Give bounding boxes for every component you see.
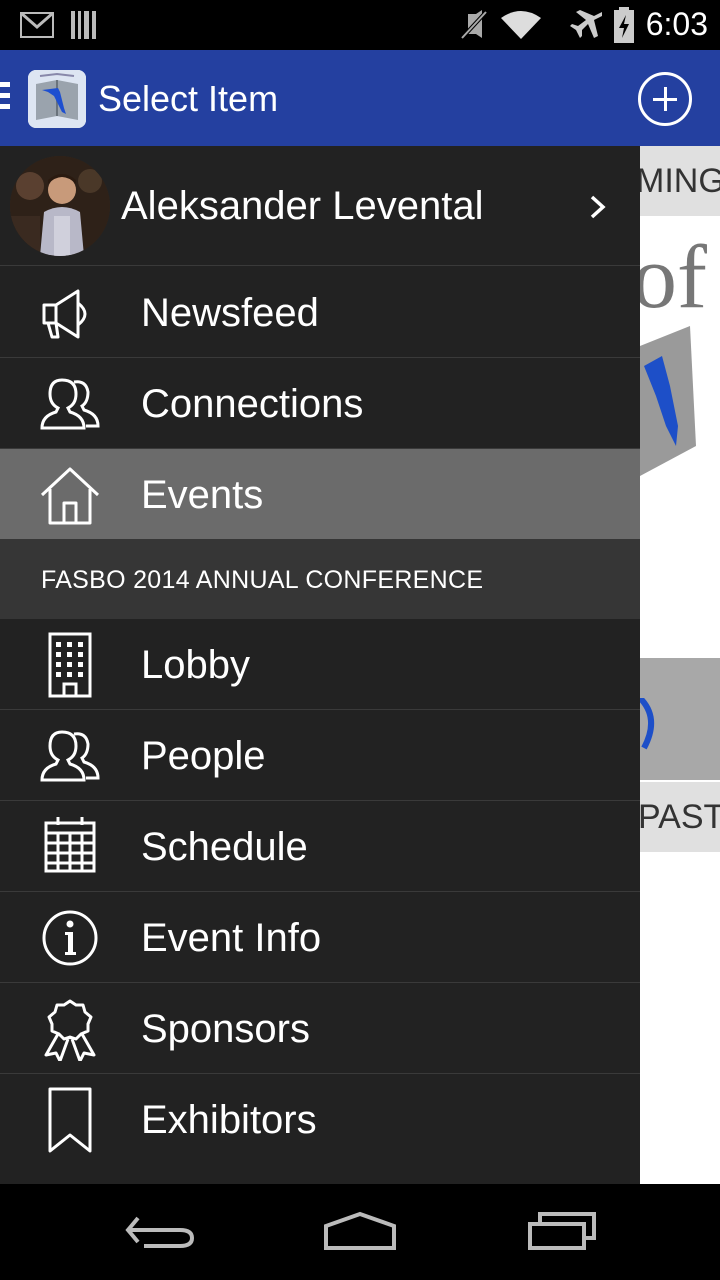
action-bar: Select Item bbox=[0, 50, 720, 146]
menu-item-lobby[interactable]: Lobby bbox=[0, 619, 640, 710]
airplane-mode-icon bbox=[570, 10, 602, 38]
menu-item-label: Sponsors bbox=[141, 1007, 310, 1051]
section-header-label: FASBO 2014 ANNUAL CONFERENCE bbox=[41, 566, 484, 594]
menu-item-sponsors[interactable]: Sponsors bbox=[0, 983, 640, 1074]
menu-item-people[interactable]: People bbox=[0, 710, 640, 801]
upcoming-tab[interactable]: MING bbox=[640, 146, 720, 216]
menu-item-label: Event Info bbox=[141, 916, 322, 960]
menu-item-label: Exhibitors bbox=[141, 1098, 317, 1142]
background-content: MING of PAST bbox=[640, 146, 720, 1184]
event-banner[interactable]: of bbox=[640, 216, 720, 656]
back-icon[interactable] bbox=[124, 1208, 196, 1252]
florida-book-logo bbox=[28, 70, 86, 128]
page-title: Select Item bbox=[98, 78, 279, 119]
event-image-graphic bbox=[640, 698, 654, 750]
mute-icon bbox=[460, 10, 488, 40]
menu-item-connections[interactable]: Connections bbox=[0, 358, 640, 449]
people-icon bbox=[40, 730, 100, 782]
section-header: FASBO 2014 ANNUAL CONFERENCE bbox=[0, 539, 640, 619]
app-logo[interactable] bbox=[28, 70, 86, 128]
past-tab[interactable]: PAST bbox=[640, 782, 720, 852]
menu-item-schedule[interactable]: Schedule bbox=[0, 801, 640, 892]
home-icon bbox=[40, 467, 100, 525]
status-bar: 6:03 bbox=[0, 0, 720, 50]
banner-text: of bbox=[640, 228, 707, 327]
system-nav-bar bbox=[0, 1184, 720, 1280]
past-tab-label: PAST bbox=[640, 798, 720, 836]
drawer-indicator-icon[interactable] bbox=[0, 82, 10, 114]
info-icon bbox=[42, 910, 98, 966]
banner-logo-image bbox=[640, 326, 696, 476]
profile-name: Aleksander Levental bbox=[121, 184, 484, 228]
megaphone-icon bbox=[42, 289, 87, 339]
ribbon-icon bbox=[44, 999, 96, 1061]
profile-row[interactable]: Aleksander Levental bbox=[0, 146, 640, 266]
menu-item-label: Connections bbox=[141, 382, 364, 426]
upcoming-tab-label: MING bbox=[640, 162, 720, 200]
wifi-icon bbox=[501, 11, 541, 39]
battery-icon bbox=[614, 7, 634, 43]
people-icon bbox=[40, 378, 100, 430]
status-time: 6:03 bbox=[645, 6, 708, 42]
menu-item-exhibitors[interactable]: Exhibitors bbox=[0, 1074, 640, 1165]
menu-item-label: Lobby bbox=[141, 643, 250, 687]
event-image[interactable] bbox=[640, 658, 720, 780]
home-nav-icon[interactable] bbox=[322, 1208, 398, 1252]
menu-item-label: People bbox=[141, 734, 266, 778]
avatar bbox=[10, 156, 110, 256]
building-icon bbox=[48, 632, 92, 698]
bookmark-icon bbox=[48, 1087, 92, 1153]
menu-item-label: Newsfeed bbox=[141, 291, 319, 335]
menu-item-event-info[interactable]: Event Info bbox=[0, 892, 640, 983]
barcode-icon bbox=[71, 11, 96, 39]
calendar-icon bbox=[44, 817, 96, 873]
navigation-drawer: Aleksander Levental Newsfeed Connections bbox=[0, 146, 640, 1184]
gmail-icon bbox=[20, 12, 54, 38]
menu-item-label: Schedule bbox=[141, 825, 308, 869]
menu-item-newsfeed[interactable]: Newsfeed bbox=[0, 267, 640, 358]
menu-item-events[interactable]: Events bbox=[0, 449, 640, 540]
add-button[interactable] bbox=[638, 72, 692, 126]
recents-icon[interactable] bbox=[526, 1208, 598, 1252]
chevron-right-icon[interactable] bbox=[588, 194, 608, 220]
menu-item-label: Events bbox=[141, 473, 264, 517]
